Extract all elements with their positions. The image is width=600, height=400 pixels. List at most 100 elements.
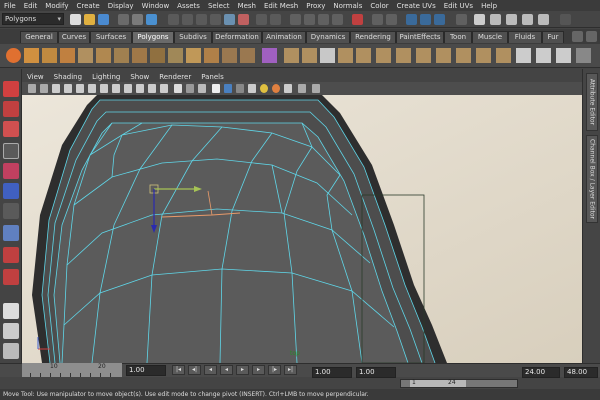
poly-helix-icon[interactable]	[168, 48, 183, 63]
insert-edge-loop-icon[interactable]	[356, 48, 371, 63]
channel-box-tab[interactable]: Channel Box / Layer Editor	[586, 135, 598, 223]
xray-joints-icon[interactable]	[312, 84, 320, 93]
append-polygon-icon[interactable]	[320, 48, 335, 63]
lasso-tool-icon[interactable]	[3, 101, 19, 117]
select-by-component-icon[interactable]	[146, 14, 157, 25]
menu-assets[interactable]: Assets	[173, 2, 204, 10]
render-frame-icon[interactable]	[406, 14, 417, 25]
step-forward-frame-button[interactable]: ▸	[252, 365, 265, 375]
vertex-mask-icon[interactable]	[168, 14, 179, 25]
menu-file[interactable]: File	[0, 2, 20, 10]
shelf-tab-muscle[interactable]: Muscle	[472, 31, 508, 43]
highlight-selection-icon[interactable]	[270, 14, 281, 25]
menu-color[interactable]: Color	[366, 2, 392, 10]
snap-point-icon[interactable]	[318, 14, 329, 25]
wireframe-on-shaded-icon[interactable]	[198, 84, 206, 93]
show-manipulator-icon[interactable]	[3, 247, 19, 263]
grid-icon[interactable]	[88, 84, 96, 93]
viewport-top[interactable]: top	[22, 95, 582, 363]
select-by-hierarchy-icon[interactable]	[118, 14, 129, 25]
bookmark-icon[interactable]	[40, 84, 48, 93]
shelf-tab-dynamics[interactable]: Dynamics	[306, 31, 350, 43]
menu-window[interactable]: Window	[138, 2, 174, 10]
extrude-icon[interactable]	[284, 48, 299, 63]
use-all-lights-icon[interactable]	[236, 84, 244, 93]
shelf-tab-animation[interactable]: Animation	[262, 31, 306, 43]
input-line-icon[interactable]	[456, 14, 467, 25]
four-view-layout-icon[interactable]	[3, 323, 19, 339]
new-scene-icon[interactable]	[70, 14, 81, 25]
start-time-field[interactable]: 1.00	[312, 367, 352, 378]
face-mask-icon[interactable]	[196, 14, 207, 25]
shelf-tab-polygons[interactable]: Polygons	[132, 31, 174, 43]
shelf-tab-subdivs[interactable]: Subdivs	[174, 31, 212, 43]
mirror-icon[interactable]	[496, 48, 511, 63]
wireframe-icon[interactable]	[174, 84, 182, 93]
edge-mask-icon[interactable]	[182, 14, 193, 25]
quadrangulate-icon[interactable]	[476, 48, 491, 63]
end-time-field[interactable]: 24.00	[522, 367, 560, 378]
select-by-object-icon[interactable]	[132, 14, 143, 25]
shelf-tab-surfaces[interactable]: Surfaces	[90, 31, 132, 43]
shelf-tab-fur[interactable]: Fur	[542, 31, 564, 43]
panel-menu-show[interactable]: Show	[125, 73, 154, 81]
open-scene-icon[interactable]	[84, 14, 95, 25]
menu-help[interactable]: Help	[477, 2, 501, 10]
smooth-icon[interactable]	[262, 48, 277, 63]
play-forward-button[interactable]: ▸	[236, 365, 249, 375]
menu-edit-mesh[interactable]: Edit Mesh	[260, 2, 302, 10]
snap-grid-icon[interactable]	[290, 14, 301, 25]
camera-icon[interactable]	[28, 84, 36, 93]
history-icon[interactable]	[372, 14, 383, 25]
snap-plane-icon[interactable]	[332, 14, 343, 25]
poly-plane-icon[interactable]	[78, 48, 93, 63]
paint-select-tool-icon[interactable]	[3, 121, 19, 137]
menu-display[interactable]: Display	[104, 2, 138, 10]
tool-settings-toggle-icon[interactable]	[522, 14, 533, 25]
uv-editor-icon[interactable]	[556, 48, 571, 63]
checker-icon[interactable]	[536, 48, 551, 63]
step-forward-key-button[interactable]: |▸	[268, 365, 281, 375]
soft-mod-tool-icon[interactable]	[3, 225, 19, 241]
bevel-icon[interactable]	[396, 48, 411, 63]
save-scene-icon[interactable]	[98, 14, 109, 25]
smooth-shade-icon[interactable]	[186, 84, 194, 93]
split-polygon-icon[interactable]	[338, 48, 353, 63]
sidebar-toggle-icon[interactable]	[474, 14, 485, 25]
poly-pipe-icon[interactable]	[150, 48, 165, 63]
film-gate-icon[interactable]	[100, 84, 108, 93]
scale-tool-icon[interactable]	[3, 183, 19, 199]
panel-menu-renderer[interactable]: Renderer	[154, 73, 196, 81]
shelf-tab-general[interactable]: General	[20, 31, 58, 43]
animation-end-field[interactable]: 48.00	[564, 367, 598, 378]
magnet-icon[interactable]	[352, 14, 363, 25]
range-start-field[interactable]: 1.00	[356, 367, 396, 378]
image-plane-icon[interactable]	[52, 84, 60, 93]
grease-pencil-icon[interactable]	[76, 84, 84, 93]
resolution-gate-icon[interactable]	[112, 84, 120, 93]
go-to-start-button[interactable]: |◂	[172, 365, 185, 375]
outliner-layout-icon[interactable]	[3, 343, 19, 359]
panel-menu-shading[interactable]: Shading	[49, 73, 87, 81]
time-ruler[interactable]: 10 20	[22, 363, 122, 377]
shelf-options-icon[interactable]	[586, 31, 597, 42]
shelf-menu-icon[interactable]	[572, 31, 583, 42]
single-perspective-layout-icon[interactable]	[3, 303, 19, 319]
poly-cone-icon[interactable]	[60, 48, 75, 63]
pick-mask-icon[interactable]	[224, 14, 235, 25]
step-back-key-button[interactable]: ◂|	[188, 365, 201, 375]
manipulator-tool-icon[interactable]	[3, 203, 19, 219]
menu-create[interactable]: Create	[72, 2, 103, 10]
render-settings-icon[interactable]	[434, 14, 445, 25]
current-time-field[interactable]: 1.00	[126, 365, 166, 376]
panel-menu-lighting[interactable]: Lighting	[87, 73, 125, 81]
poly-cylinder-icon[interactable]	[42, 48, 57, 63]
last-tool-icon[interactable]	[3, 269, 19, 285]
poly-torus-icon[interactable]	[96, 48, 111, 63]
uv-mask-icon[interactable]	[210, 14, 221, 25]
channel-box-toggle-icon[interactable]	[538, 14, 549, 25]
move-tool-icon[interactable]	[3, 143, 19, 159]
menu-edit[interactable]: Edit	[20, 2, 42, 10]
textured-icon[interactable]	[224, 84, 232, 93]
poly-soccer-ball-icon[interactable]	[186, 48, 201, 63]
